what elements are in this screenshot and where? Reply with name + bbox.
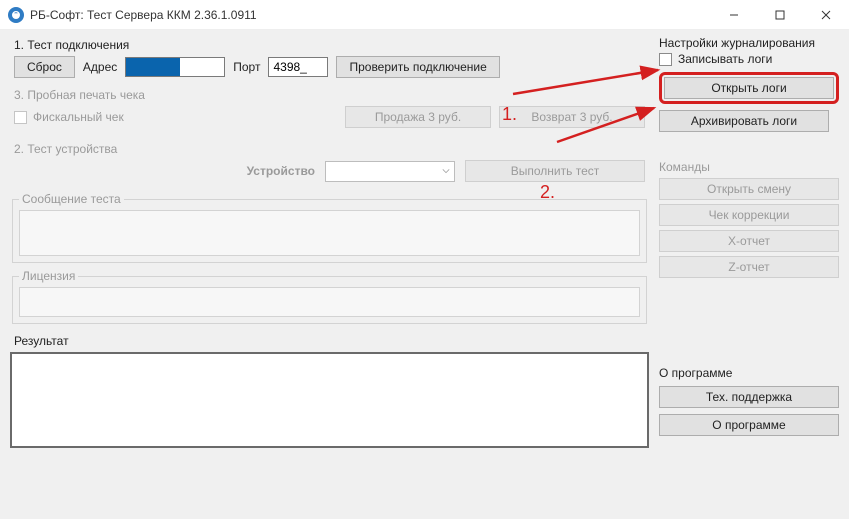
reset-button[interactable]: Сброс <box>14 56 75 78</box>
device-label: Устройство <box>247 164 315 178</box>
address-input[interactable] <box>125 57 225 77</box>
port-label: Порт <box>233 60 260 74</box>
app-icon <box>8 7 24 23</box>
z-report-button: Z-отчет <box>659 256 839 278</box>
correction-check-button: Чек коррекции <box>659 204 839 226</box>
license-label: Лицензия <box>19 269 78 283</box>
check-connection-button[interactable]: Проверить подключение <box>336 56 499 78</box>
license-box <box>19 287 640 317</box>
result-textarea[interactable] <box>10 352 649 448</box>
fiscal-checkbox: Фискальный чек <box>14 110 124 124</box>
fiscal-checkbox-label: Фискальный чек <box>33 110 124 124</box>
section-test-connection-title: 1. Тест подключения <box>14 38 649 52</box>
title-bar: РБ-Софт: Тест Сервера ККМ 2.36.1.0911 <box>0 0 849 30</box>
section-commands-title: Команды <box>659 160 839 174</box>
close-button[interactable] <box>803 0 849 30</box>
open-shift-button: Открыть смену <box>659 178 839 200</box>
run-test-button: Выполнить тест <box>465 160 645 182</box>
archive-logs-button[interactable]: Архивировать логи <box>659 110 829 132</box>
test-message-label: Сообщение теста <box>19 192 124 206</box>
device-select <box>325 161 455 182</box>
section-about-title: О программе <box>659 366 839 380</box>
write-logs-checkbox[interactable]: Записывать логи <box>659 52 839 66</box>
address-label: Адрес <box>83 60 117 74</box>
window-title: РБ-Софт: Тест Сервера ККМ 2.36.1.0911 <box>30 8 257 22</box>
test-message-group: Сообщение теста <box>12 192 647 263</box>
write-logs-label: Записывать логи <box>678 52 772 66</box>
checkbox-box-icon <box>659 53 672 66</box>
open-logs-highlight: Открыть логи <box>659 72 839 104</box>
maximize-button[interactable] <box>757 0 803 30</box>
open-logs-button[interactable]: Открыть логи <box>664 77 834 99</box>
support-button[interactable]: Тех. поддержка <box>659 386 839 408</box>
about-button[interactable]: О программе <box>659 414 839 436</box>
chevron-down-icon <box>442 167 450 175</box>
minimize-button[interactable] <box>711 0 757 30</box>
section-trial-print-title: 3. Пробная печать чека <box>14 88 649 102</box>
test-message-box <box>19 210 640 256</box>
return-button: Возврат 3 руб. <box>499 106 645 128</box>
section-device-test-title: 2. Тест устройства <box>14 142 649 156</box>
port-input[interactable] <box>268 57 328 77</box>
section-logging-title: Настройки журналирования <box>659 36 839 50</box>
sale-button: Продажа 3 руб. <box>345 106 491 128</box>
x-report-button: X-отчет <box>659 230 839 252</box>
section-result-title: Результат <box>14 334 649 348</box>
license-group: Лицензия <box>12 269 647 324</box>
checkbox-box-icon <box>14 111 27 124</box>
